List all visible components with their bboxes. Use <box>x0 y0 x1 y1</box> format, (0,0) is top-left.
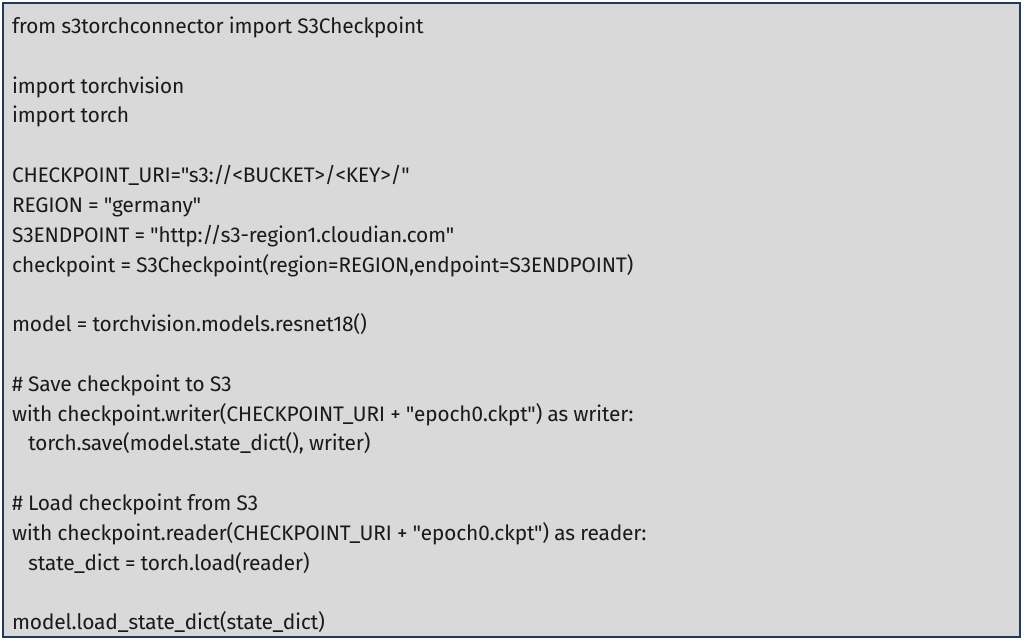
code-line: checkpoint = S3Checkpoint(region=REGION,… <box>12 252 633 278</box>
code-line: with checkpoint.writer(CHECKPOINT_URI + … <box>12 401 633 427</box>
code-line: model = torchvision.models.resnet18() <box>12 311 367 337</box>
code-line: import torchvision <box>12 73 184 99</box>
code-line: state_dict = torch.load(reader) <box>12 550 309 576</box>
code-line: from s3torchconnector import S3Checkpoin… <box>12 13 423 39</box>
code-line: S3ENDPOINT = "http://s3-region1.cloudian… <box>12 222 454 248</box>
code-line: # Load checkpoint from S3 <box>12 490 258 516</box>
code-line: REGION = "germany" <box>12 192 201 218</box>
code-line: model.load_state_dict(state_dict) <box>12 609 325 635</box>
code-line: torch.save(model.state_dict(), writer) <box>12 430 370 456</box>
code-line: with checkpoint.reader(CHECKPOINT_URI + … <box>12 520 646 546</box>
code-line: import torch <box>12 102 129 128</box>
code-line: # Save checkpoint to S3 <box>12 371 231 397</box>
code-block: from s3torchconnector import S3Checkpoin… <box>2 2 1021 638</box>
code-line: CHECKPOINT_URI="s3://<BUCKET>/<KEY>/" <box>12 162 409 188</box>
